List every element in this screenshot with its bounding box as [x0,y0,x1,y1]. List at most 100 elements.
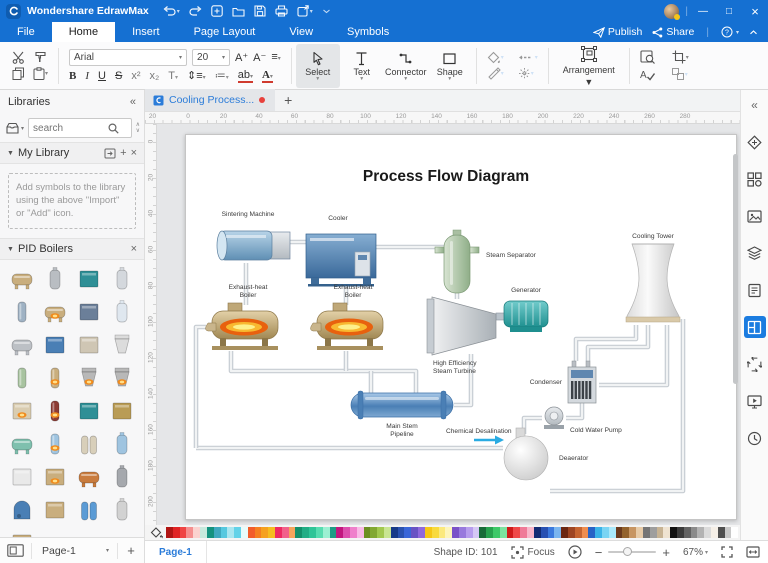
node-cold-water-pump[interactable] [544,407,564,429]
group-button[interactable]: ▾ [671,67,688,81]
node-condenser[interactable] [568,361,596,403]
tab-page-layout[interactable]: Page Layout [177,22,273,42]
swatch[interactable] [241,527,248,538]
node-steam-separator[interactable] [435,230,479,293]
swatch[interactable] [629,527,636,538]
italic-button[interactable]: I [85,70,89,82]
swatch[interactable] [500,527,507,538]
swatch[interactable] [268,527,275,538]
swatch[interactable] [493,527,500,538]
swatch[interactable] [513,527,520,538]
font-size-select[interactable]: 20▾ [192,49,230,66]
document-tab[interactable]: Cooling Process... [145,89,275,111]
symbol-condensing-unit-blue[interactable] [40,330,70,360]
swatch[interactable] [466,527,473,538]
user-avatar[interactable] [664,4,679,19]
more-commands-chevron[interactable] [322,7,331,15]
swatch[interactable] [248,527,255,538]
symbol-fired-panel-tan[interactable] [40,462,70,492]
pipe-connector[interactable] [599,325,667,385]
swatch[interactable] [391,527,398,538]
font-family-select[interactable]: Arial▾ [69,49,187,66]
symbol-hopper-white[interactable] [107,330,137,360]
close-pid-boilers-button[interactable]: × [131,243,137,255]
swatch[interactable] [234,527,241,538]
symbol-vessel-light-gray[interactable] [107,495,137,525]
paste-button[interactable]: ▾ [33,67,48,80]
symbol-column-blue[interactable] [107,429,137,459]
text-highlight-button[interactable]: ab▾ [238,69,253,83]
symbol-vertical-tank-gray[interactable] [40,264,70,294]
focus-toggle[interactable]: Focus [511,546,555,559]
swatch[interactable] [479,527,486,538]
node-generator[interactable] [496,301,548,332]
swatch[interactable] [316,527,323,538]
swatch[interactable] [541,527,548,538]
swatch[interactable] [404,527,411,538]
node-chemical-desalination[interactable] [474,436,504,445]
zoom-in-button[interactable]: + [662,545,670,560]
new-document-button[interactable] [211,5,223,17]
spell-check-button[interactable]: A [640,68,655,81]
notes-panel-button[interactable] [744,279,766,301]
symbol-fired-column-blue[interactable] [40,429,70,459]
layers-panel-button[interactable] [744,242,766,264]
fill-color-button[interactable]: ▾ [487,51,504,64]
swatch[interactable] [609,527,616,538]
close-my-library-button[interactable]: × [131,147,137,159]
symbol-boiler-beige[interactable] [74,330,104,360]
print-button[interactable] [275,5,288,17]
swatch[interactable] [452,527,459,538]
underline-button[interactable]: U [98,70,106,82]
symbol-cabinet-white[interactable] [7,462,37,492]
pipe-connector[interactable] [576,325,636,361]
swatch[interactable] [588,527,595,538]
bold-button[interactable]: B [69,70,76,82]
swatch[interactable] [561,527,568,538]
import-library-button[interactable] [104,148,116,159]
effects-button[interactable]: ▾ [518,67,534,80]
node-exhaust-heat-boiler-2[interactable] [311,303,384,350]
connector-tool[interactable]: Connector▼ [384,44,428,88]
shapes-panel-button[interactable] [744,168,766,190]
crop-button[interactable]: ▾ [672,50,689,64]
swatch[interactable] [261,527,268,538]
swatch[interactable] [486,527,493,538]
undo-button[interactable]: ▾ [163,6,180,17]
swatch[interactable] [691,527,698,538]
line-spacing-button[interactable]: ⇕≡▾ [187,69,206,82]
swatch[interactable] [336,527,343,538]
swatch[interactable] [309,527,316,538]
expand-right-panel-button[interactable]: « [744,94,766,116]
find-replace-button[interactable] [640,50,656,64]
symbol-fired-boiler-tan[interactable] [40,297,70,327]
page-preview-button[interactable] [7,544,24,557]
save-button[interactable] [254,5,266,17]
symbol-control-cabinet[interactable] [74,297,104,327]
symbol-horizontal-drum-gray[interactable] [7,330,37,360]
library-search-input[interactable] [33,123,105,134]
presentation-panel-button[interactable] [744,390,766,412]
add-library-button[interactable]: + [120,147,126,159]
node-main-stem-pipeline[interactable] [351,391,453,419]
tab-file[interactable]: File [0,22,52,42]
pipe-connector[interactable] [566,403,582,418]
swatch[interactable] [289,527,296,538]
publish-button[interactable]: Publish [593,26,642,38]
align-button[interactable]: ≡▾ [271,51,280,63]
swatch[interactable] [697,527,704,538]
help-button[interactable]: ? ▾ [721,26,739,38]
swatch[interactable] [282,527,289,538]
swatch[interactable] [255,527,262,538]
symbol-furnace-beige[interactable] [7,396,37,426]
redo-button[interactable] [189,6,202,17]
symbol-furnace-gray-1[interactable] [74,363,104,393]
symbol-boiler-orange[interactable] [74,462,104,492]
strikethrough-button[interactable]: S [115,70,122,82]
swatch[interactable] [221,527,228,538]
swatch[interactable] [718,527,725,538]
swatch[interactable] [295,527,302,538]
swatch[interactable] [520,527,527,538]
swatch[interactable] [459,527,466,538]
cut-button[interactable] [12,51,26,64]
